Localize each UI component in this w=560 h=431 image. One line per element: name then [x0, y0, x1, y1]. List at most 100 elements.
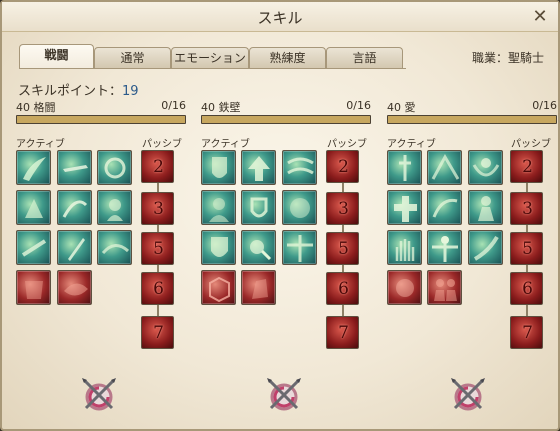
tree-points: 0/16: [532, 99, 557, 112]
active-skill-icon[interactable]: [427, 190, 462, 225]
passive-skill-icon[interactable]: 3: [326, 192, 359, 225]
passive-skill-icon[interactable]: 2: [326, 150, 359, 183]
active-skill-icon[interactable]: [57, 190, 92, 225]
passive-skill-icon[interactable]: 5: [510, 232, 543, 265]
tree-title: 40 鉄壁: [201, 101, 241, 114]
passive-level-label: 5: [522, 239, 533, 259]
active-skill-icon[interactable]: [427, 150, 462, 185]
active-skill-icon[interactable]: [241, 190, 276, 225]
active-skill-icon[interactable]: [427, 270, 462, 305]
skill-points-value: 19: [122, 84, 139, 99]
active-label: アクティブ: [16, 139, 65, 150]
skill-points-label: スキルポイント：: [18, 84, 123, 99]
passive-level-label: 7: [338, 323, 349, 343]
passive-level-label: 6: [153, 279, 164, 299]
passive-skill-icon[interactable]: 6: [510, 272, 543, 305]
tree-header: 40 鉄壁 0/16: [201, 99, 371, 114]
passive-level-label: 5: [153, 239, 164, 259]
passive-skill-icon[interactable]: 6: [326, 272, 359, 305]
active-skill-icon[interactable]: [97, 150, 132, 185]
tree-title: 40 愛: [387, 101, 416, 114]
tree-header: 40 愛 0/16: [387, 99, 557, 114]
passive-skill-icon[interactable]: 5: [141, 232, 174, 265]
skill-window: スキル ✕ 戦闘 通常 エモーション 熟練度 言語 職業：聖騎士 スキルポイント…: [0, 0, 560, 431]
tab-normal[interactable]: 通常: [94, 47, 171, 69]
passive-skill-icon[interactable]: 7: [326, 316, 359, 349]
active-skill-icon[interactable]: [57, 150, 92, 185]
tree-header: 40 格闘 0/16: [16, 99, 186, 114]
passive-skill-icon[interactable]: 3: [141, 192, 174, 225]
active-skill-icon[interactable]: [468, 230, 503, 265]
crossed-swords-reset-button[interactable]: [447, 374, 489, 416]
active-skill-icon[interactable]: [282, 150, 317, 185]
passive-skill-icon[interactable]: 2: [141, 150, 174, 183]
tab-combat[interactable]: 戦闘: [19, 44, 94, 69]
active-skill-icon[interactable]: [387, 150, 422, 185]
active-skill-icon[interactable]: [16, 150, 51, 185]
passive-level-label: 7: [153, 323, 164, 343]
active-skill-icon[interactable]: [387, 190, 422, 225]
passive-skill-icon[interactable]: 7: [141, 316, 174, 349]
active-skill-icon[interactable]: [201, 230, 236, 265]
job-label: 職業：聖騎士: [471, 51, 544, 65]
crossed-swords-icon: [267, 378, 301, 411]
active-skill-icon[interactable]: [387, 230, 422, 265]
tab-proficiency[interactable]: 熟練度: [249, 47, 326, 69]
skill-tree-column: 40 鉄壁 0/16 アクティブ パッシブ: [201, 99, 371, 150]
active-skill-icon[interactable]: [16, 190, 51, 225]
active-label: アクティブ: [387, 139, 436, 150]
tree-title: 40 格闘: [16, 101, 56, 114]
active-skill-icon[interactable]: [241, 270, 276, 305]
passive-skill-icon[interactable]: 5: [326, 232, 359, 265]
window-title: スキル: [257, 9, 303, 27]
crossed-swords-reset-button[interactable]: [263, 374, 305, 416]
active-skill-icon[interactable]: [16, 230, 51, 265]
crossed-swords-icon: [451, 378, 485, 411]
tree-progress-bar: [201, 115, 371, 124]
active-skill-icon[interactable]: [427, 230, 462, 265]
active-skill-icon[interactable]: [57, 270, 92, 305]
active-skill-icon[interactable]: [241, 230, 276, 265]
tab-divider: [19, 68, 406, 69]
passive-level-label: 7: [522, 323, 533, 343]
passive-level-label: 3: [522, 199, 533, 219]
passive-level-label: 2: [338, 157, 349, 177]
active-skill-icon[interactable]: [201, 190, 236, 225]
passive-level-label: 3: [338, 199, 349, 219]
title-bar[interactable]: スキル ✕: [2, 2, 558, 32]
tab-language[interactable]: 言語: [326, 47, 403, 69]
active-skill-icon[interactable]: [387, 270, 422, 305]
passive-level-label: 2: [522, 157, 533, 177]
active-skill-icon[interactable]: [201, 270, 236, 305]
passive-label: パッシブ: [142, 139, 182, 150]
skill-points: スキルポイント：19: [18, 80, 139, 99]
passive-skill-icon[interactable]: 6: [141, 272, 174, 305]
passive-skill-icon[interactable]: 7: [510, 316, 543, 349]
active-skill-icon[interactable]: [97, 230, 132, 265]
crossed-swords-reset-button[interactable]: [78, 374, 120, 416]
active-label: アクティブ: [201, 139, 250, 150]
active-skill-icon[interactable]: [468, 190, 503, 225]
skill-tree-column: 40 愛 0/16 アクティブ パッシブ: [387, 99, 557, 150]
passive-label: パッシブ: [327, 139, 367, 150]
active-skill-icon[interactable]: [16, 270, 51, 305]
passive-skill-icon[interactable]: 2: [510, 150, 543, 183]
active-skill-icon[interactable]: [282, 190, 317, 225]
active-skill-icon[interactable]: [57, 230, 92, 265]
passive-level-label: 6: [338, 279, 349, 299]
tree-points: 0/16: [161, 99, 186, 112]
tree-points: 0/16: [346, 99, 371, 112]
active-skill-icon[interactable]: [241, 150, 276, 185]
close-icon[interactable]: ✕: [530, 7, 550, 27]
passive-skill-icon[interactable]: 3: [510, 192, 543, 225]
passive-level-label: 5: [338, 239, 349, 259]
passive-level-label: 2: [153, 157, 164, 177]
active-skill-icon[interactable]: [97, 190, 132, 225]
active-skill-icon[interactable]: [201, 150, 236, 185]
skill-tree-column: 40 格闘 0/16 アクティブ パッシブ: [16, 99, 186, 150]
passive-level-label: 6: [522, 279, 533, 299]
active-skill-icon[interactable]: [282, 230, 317, 265]
tab-emotion[interactable]: エモーション: [171, 47, 249, 69]
tree-progress-bar: [387, 115, 557, 124]
active-skill-icon[interactable]: [468, 150, 503, 185]
